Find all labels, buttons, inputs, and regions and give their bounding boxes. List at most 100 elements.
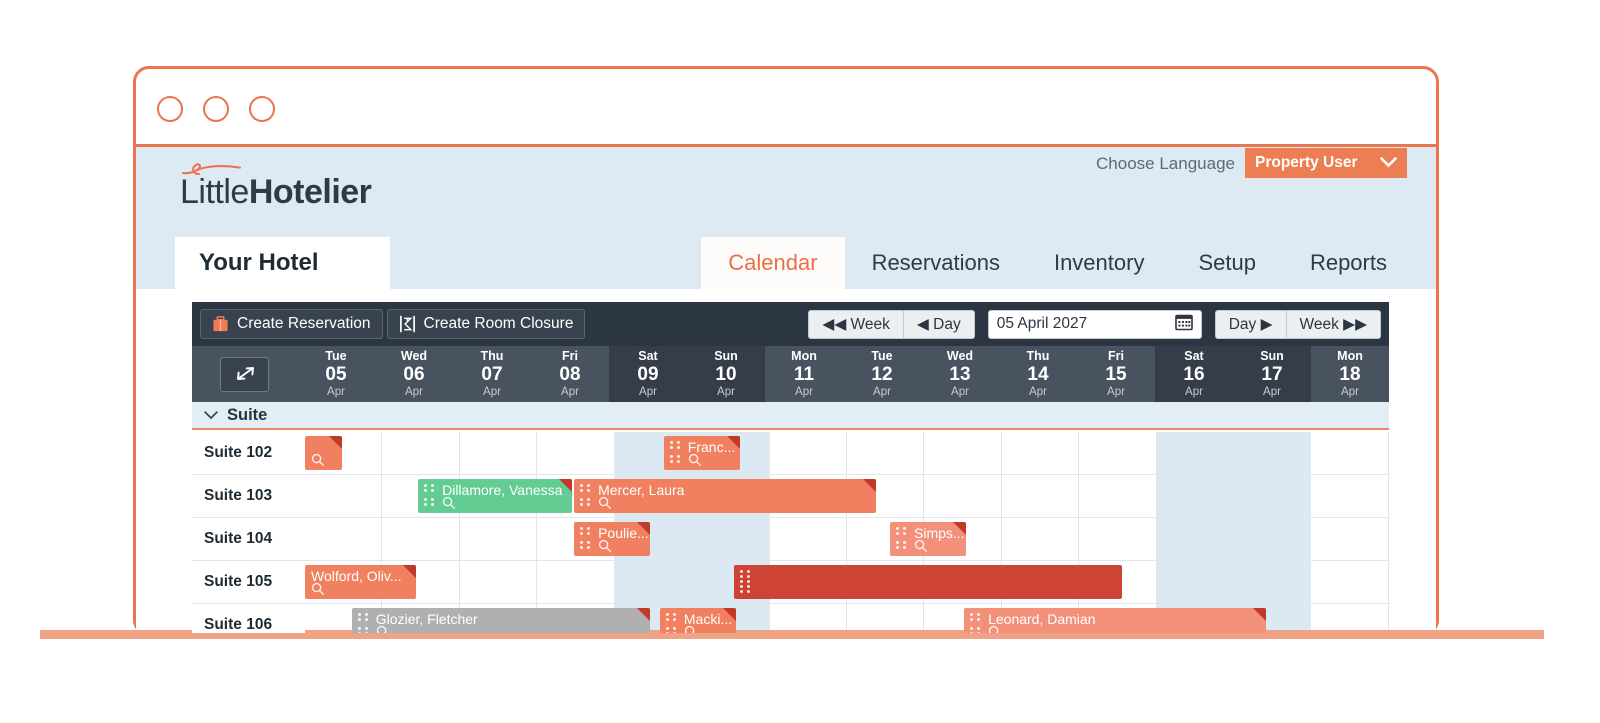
search-icon[interactable]	[684, 625, 698, 633]
booking-block[interactable]: Glozier, Fletcher	[351, 608, 651, 633]
prev-week-button[interactable]: ◀◀ Week	[808, 309, 903, 339]
room-label: Suite 105	[192, 561, 305, 603]
search-icon[interactable]	[442, 496, 456, 510]
date-header-cell[interactable]: Tue 05 Apr	[297, 346, 375, 402]
date-header-cell[interactable]: Fri 08 Apr	[531, 346, 609, 402]
tab-reports[interactable]: Reports	[1283, 237, 1414, 289]
calendar-row: Suite 106 Glozier, Fletcher Macki... Leonar…	[192, 604, 1389, 633]
date-dow: Mon	[791, 349, 817, 364]
date-month: Apr	[1029, 385, 1047, 398]
drag-dot	[431, 484, 435, 487]
date-header-cell[interactable]: Thu 07 Apr	[453, 346, 531, 402]
booking-block[interactable]: Poulie...	[574, 522, 651, 556]
booking-block[interactable]: Mercer, Laura	[574, 479, 877, 513]
create-reservation-label: Create Reservation	[237, 315, 371, 332]
drag-handle-icon[interactable]	[665, 613, 678, 633]
date-number: 13	[949, 363, 971, 385]
search-icon[interactable]	[988, 625, 1002, 633]
drag-handle-icon[interactable]	[970, 613, 982, 633]
drag-handle-icon[interactable]	[580, 527, 592, 551]
date-header-cell[interactable]: Mon 11 Apr	[765, 346, 843, 402]
date-month: Apr	[483, 385, 501, 398]
prev-day-label: ◀ Day	[916, 315, 961, 333]
date-month: Apr	[717, 385, 735, 398]
drag-handle-icon[interactable]	[740, 570, 752, 594]
drag-dot	[587, 527, 591, 530]
date-header-cell[interactable]: Thu 14 Apr	[999, 346, 1077, 402]
booking-block[interactable]	[734, 565, 1122, 599]
tab-reservations[interactable]: Reservations	[845, 237, 1027, 289]
row-bookings: Glozier, Fletcher Macki... Leonard, Damian	[305, 604, 1389, 633]
drag-dot	[747, 575, 750, 578]
booking-status-corner	[1253, 608, 1267, 621]
date-header-cell[interactable]: Sun 17 Apr	[1233, 346, 1311, 402]
search-icon[interactable]	[914, 539, 928, 553]
calendar-icon[interactable]	[1174, 313, 1193, 336]
create-room-closure-button[interactable]: Create Room Closure	[386, 309, 586, 339]
date-input[interactable]: 05 April 2027	[987, 309, 1202, 339]
booking-block[interactable]: Simps...	[890, 522, 966, 556]
date-header-cell[interactable]: Sat 16 Apr	[1155, 346, 1233, 402]
date-header-cell[interactable]: Mon 18 Apr	[1311, 346, 1389, 402]
drag-handle-icon[interactable]	[580, 484, 592, 508]
booking-block[interactable]: Dillamore, Vanessa	[418, 479, 573, 513]
search-icon[interactable]	[376, 625, 390, 633]
date-number: 09	[637, 363, 659, 385]
booking-guest-name: Dillamore, Vanessa	[442, 482, 563, 498]
drag-handle-icon[interactable]	[424, 484, 436, 508]
booking-block[interactable]: Macki...	[659, 608, 736, 633]
booking-block[interactable]: Leonard, Damian	[964, 608, 1267, 633]
language-label: Choose Language	[1096, 154, 1235, 173]
search-icon[interactable]	[688, 453, 702, 467]
booking-status-corner	[329, 436, 342, 449]
drag-dot	[587, 532, 591, 535]
next-week-button[interactable]: Week ▶▶	[1285, 309, 1381, 339]
tab-inventory[interactable]: Inventory	[1027, 237, 1172, 289]
drag-dot	[903, 532, 906, 535]
date-header-cell[interactable]: Wed 06 Apr	[375, 346, 453, 402]
prev-day-button[interactable]: ◀ Day	[902, 309, 975, 339]
drag-handle-icon[interactable]	[896, 527, 908, 551]
create-reservation-button[interactable]: Create Reservation	[200, 309, 383, 339]
date-number: 12	[871, 363, 893, 385]
expand-arrows-button[interactable]	[220, 356, 269, 392]
window-minimize-dot[interactable]	[203, 96, 229, 122]
drag-handle-icon[interactable]	[669, 441, 682, 465]
drag-dot	[672, 627, 676, 630]
date-number: 14	[1027, 363, 1049, 385]
date-header-cell[interactable]: Sun 10 Apr	[687, 346, 765, 402]
date-header-cell[interactable]: Wed 13 Apr	[921, 346, 999, 402]
search-icon[interactable]	[311, 582, 325, 596]
property-user-menu[interactable]: Property User	[1245, 148, 1407, 178]
booking-block[interactable]	[305, 436, 342, 470]
booking-block[interactable]: Wolford, Oliv...	[305, 565, 417, 599]
drag-dot	[669, 441, 673, 444]
date-header-cell[interactable]: Fri 15 Apr	[1077, 346, 1155, 402]
date-number: 07	[481, 363, 503, 385]
row-bookings: Dillamore, Vanessa Mercer, Laura	[305, 475, 1389, 517]
window-close-dot[interactable]	[157, 96, 183, 122]
date-header-cell[interactable]: Sat 09 Apr	[609, 346, 687, 402]
drag-dot	[424, 498, 428, 501]
next-day-button[interactable]: Day ▶	[1214, 309, 1286, 339]
drag-handle-icon[interactable]	[357, 613, 370, 633]
chevron-down-icon[interactable]	[204, 407, 218, 424]
hotel-name-tab[interactable]: Your Hotel	[175, 237, 390, 289]
drag-dot	[896, 527, 899, 530]
search-icon[interactable]	[598, 539, 612, 553]
create-room-closure-label: Create Room Closure	[423, 315, 574, 332]
date-dow: Fri	[1108, 349, 1124, 364]
search-icon[interactable]	[598, 496, 612, 510]
date-month: Apr	[1185, 385, 1203, 398]
window-maximize-dot[interactable]	[249, 96, 275, 122]
booking-status-corner	[637, 522, 651, 535]
search-icon[interactable]	[311, 453, 325, 467]
booking-block[interactable]: Franc...	[663, 436, 740, 470]
tab-calendar[interactable]: Calendar	[701, 237, 845, 289]
tab-setup[interactable]: Setup	[1171, 237, 1283, 289]
date-header-cell[interactable]: Tue 12 Apr	[843, 346, 921, 402]
drag-dot	[587, 484, 591, 487]
app-header: Choose Language Property User LittleHote…	[136, 147, 1436, 289]
calendar-panel: Create Reservation Create Room Closure ◀…	[136, 289, 1436, 633]
room-group-header-suite[interactable]: Suite	[192, 402, 1389, 430]
